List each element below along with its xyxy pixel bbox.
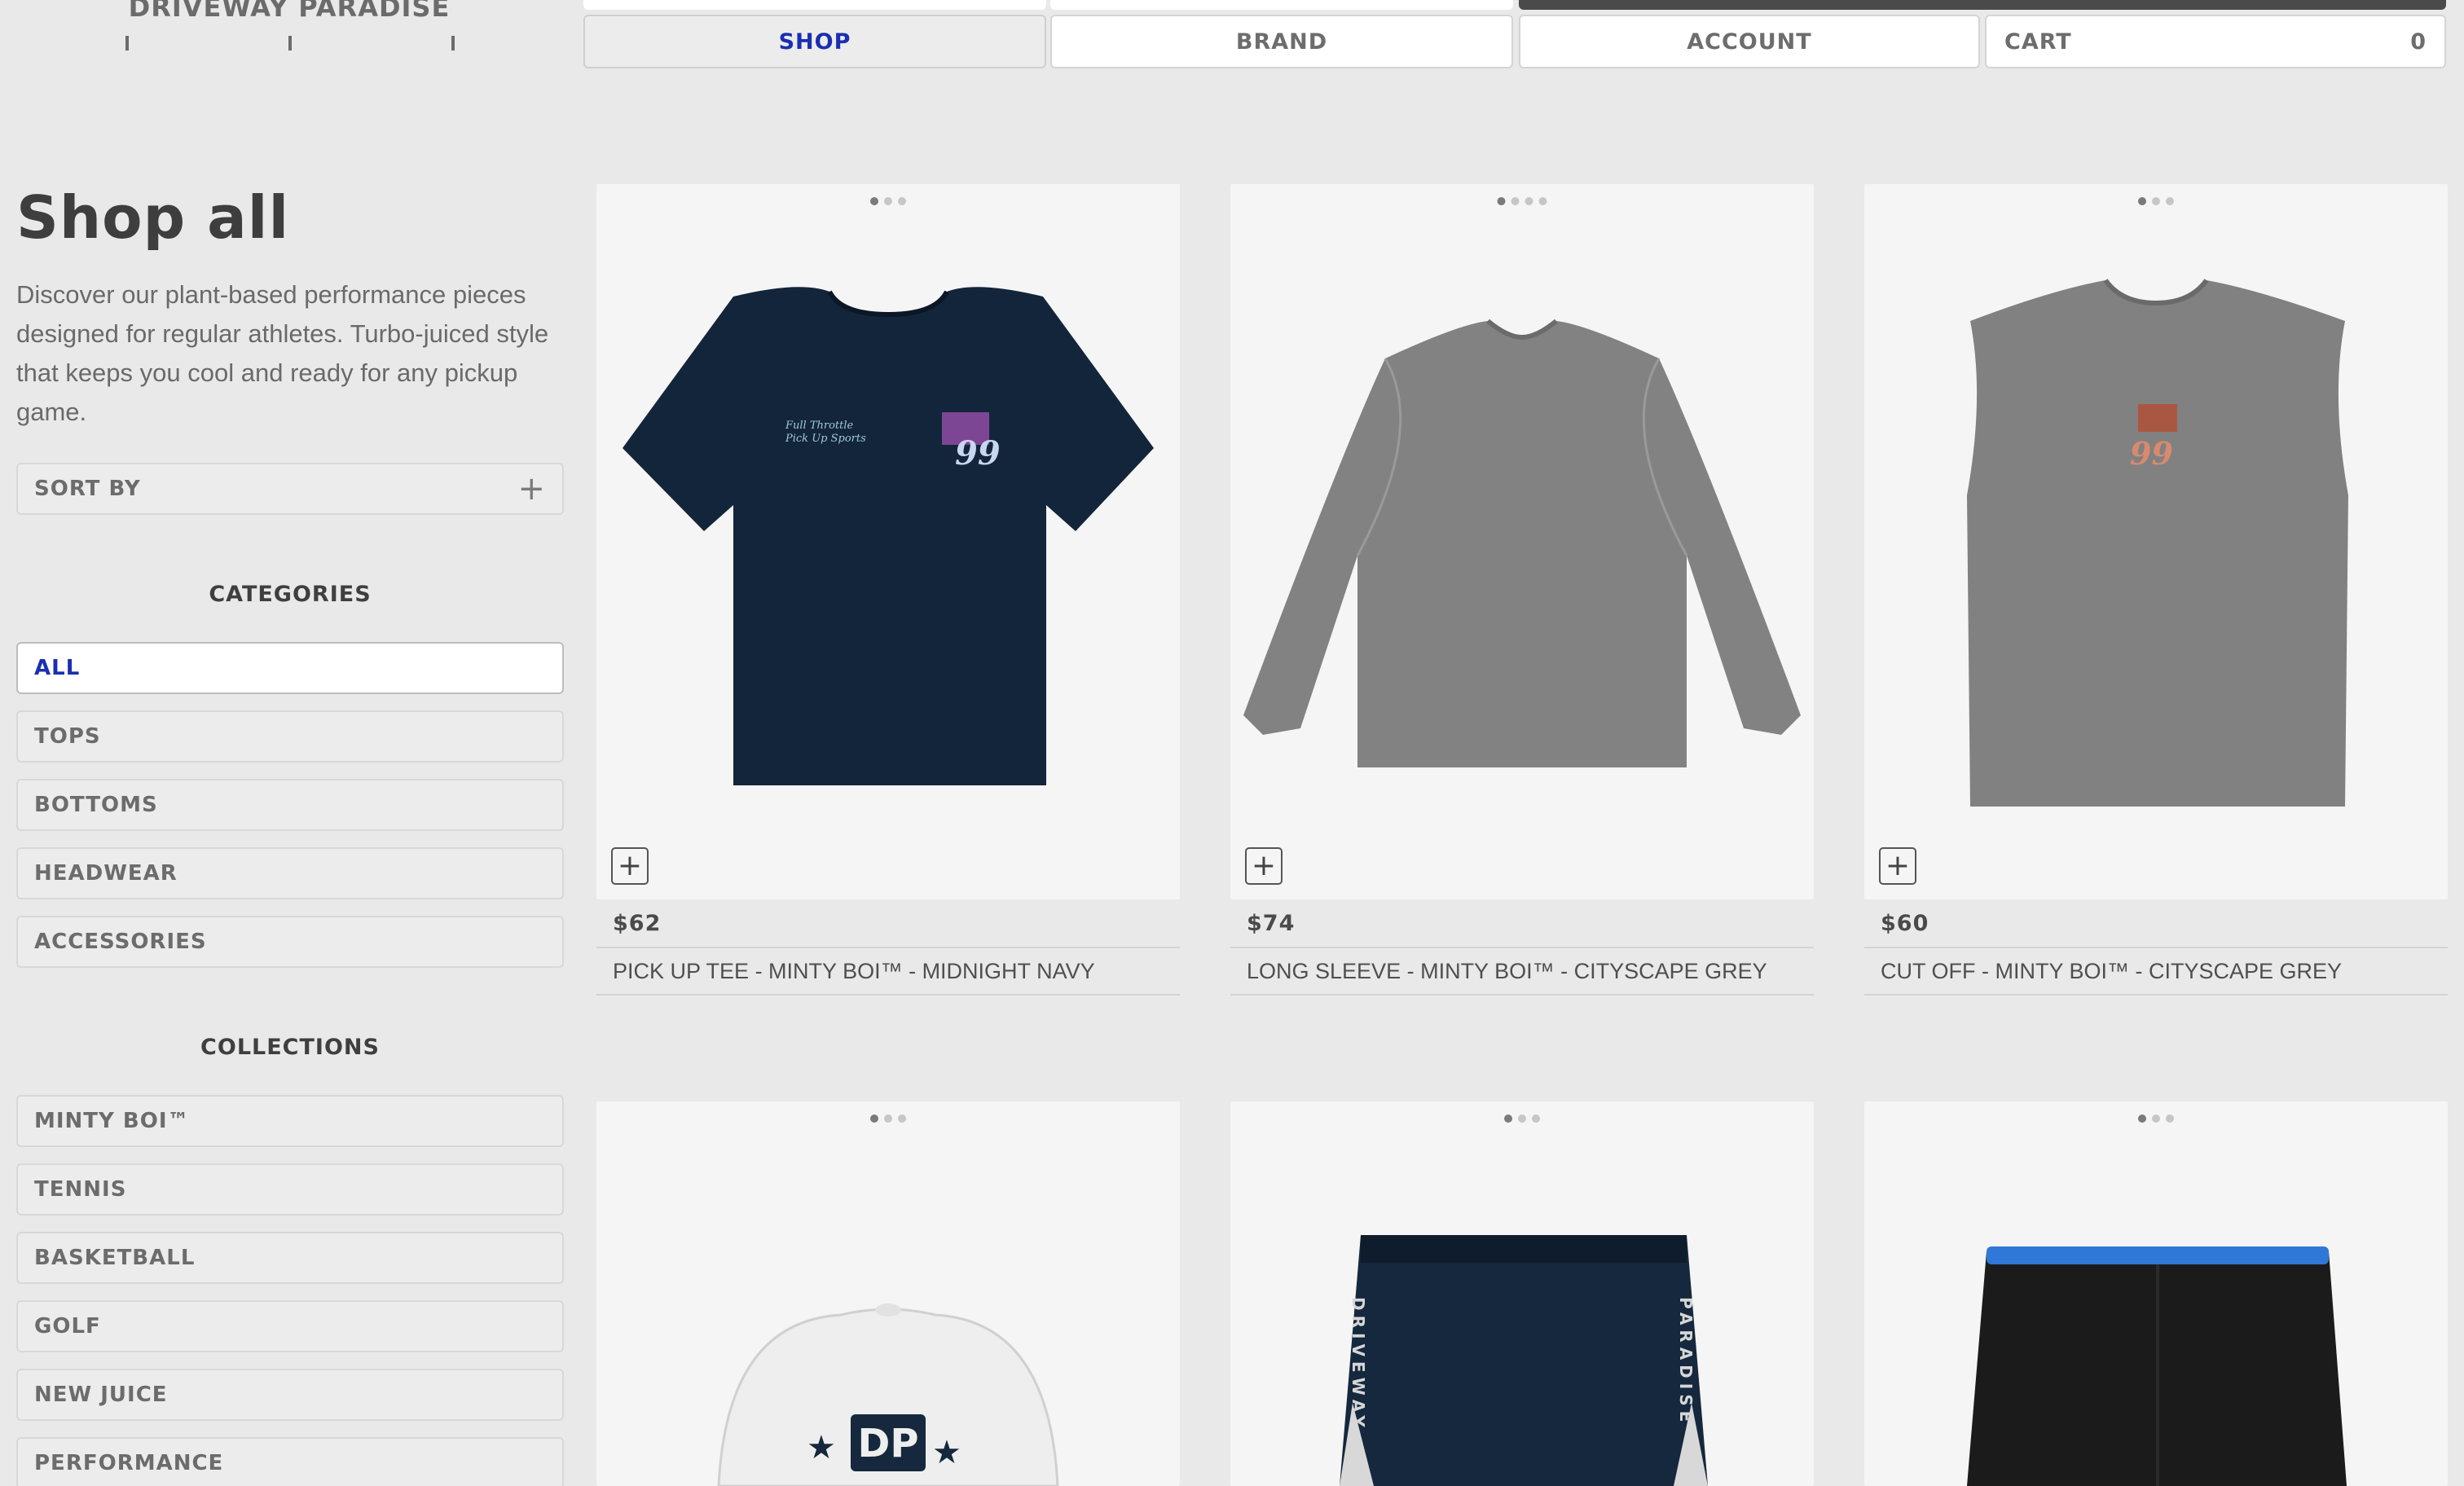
add-to-cart-button[interactable]: + xyxy=(611,847,649,885)
collection-label: BASKETBALL xyxy=(34,1246,196,1270)
add-to-cart-button[interactable]: + xyxy=(1245,847,1283,885)
cut-off-tank-image: 99 xyxy=(1967,279,2348,807)
shorts-side-text-left: DRIVEWAY xyxy=(1349,1297,1368,1432)
collection-label: GOLF xyxy=(34,1314,101,1339)
category-tops[interactable]: TOPS xyxy=(16,710,564,763)
collection-performance[interactable]: PERFORMANCE xyxy=(16,1437,564,1486)
svg-text:★: ★ xyxy=(807,1429,836,1466)
category-all[interactable]: ALL xyxy=(16,642,564,694)
nav-shop-label: SHOP xyxy=(778,29,851,55)
collection-label: PERFORMANCE xyxy=(34,1451,224,1475)
product-price: $74 xyxy=(1230,899,1814,948)
product-price: $60 xyxy=(1864,899,2448,948)
collection-tennis[interactable]: TENNIS xyxy=(16,1163,564,1216)
product-name[interactable]: PICK UP TEE - MINTY BOI™ - MIDNIGHT NAVY xyxy=(596,948,1180,996)
category-bottoms[interactable]: BOTTOMS xyxy=(16,779,564,831)
product-image[interactable]: + xyxy=(1230,184,1814,899)
plus-icon: + xyxy=(1885,849,1911,882)
collection-new-juice[interactable]: NEW JUICE xyxy=(16,1369,564,1421)
category-label: ACCESSORIES xyxy=(34,930,207,954)
nav-account[interactable]: ACCOUNT xyxy=(1519,15,1980,68)
brand-name: DRIVEWAY PARADISE xyxy=(128,0,451,23)
sort-by-dropdown[interactable]: SORT BY + xyxy=(16,463,564,515)
collection-label: NEW JUICE xyxy=(34,1383,168,1407)
brand-tick-mark xyxy=(451,36,455,51)
collection-minty-boi[interactable]: MINTY BOI™ xyxy=(16,1095,564,1147)
collection-golf[interactable]: GOLF xyxy=(16,1300,564,1352)
plus-icon: + xyxy=(617,849,643,882)
collection-basketball[interactable]: BASKETBALL xyxy=(16,1232,564,1284)
top-strip xyxy=(1050,0,1513,10)
collection-label: TENNIS xyxy=(34,1177,127,1202)
product-image[interactable]: 99 + xyxy=(1864,184,2448,899)
svg-text:Pick Up Sports: Pick Up Sports xyxy=(785,433,866,445)
shorts-side-text-right: PARADISE xyxy=(1676,1297,1696,1427)
sort-by-label: SORT BY xyxy=(34,477,141,501)
category-label: HEADWEAR xyxy=(34,861,178,886)
long-sleeve-image xyxy=(1243,319,1801,767)
svg-text:99: 99 xyxy=(2130,435,2173,472)
product-image[interactable]: 99 Full Throttle Pick Up Sports + xyxy=(596,184,1180,899)
shorts-image: DRIVEWAY PARADISE xyxy=(1340,1235,1708,1486)
product-image[interactable] xyxy=(1864,1101,2448,1486)
page-title: Shop all xyxy=(16,183,290,252)
product-image[interactable]: DRIVEWAY PARADISE xyxy=(1230,1101,1814,1486)
cap-image: DP ★ ★ xyxy=(717,1304,1059,1486)
product-card[interactable]: DRIVEWAY PARADISE xyxy=(1230,1101,1814,1486)
black-shorts-image xyxy=(1967,1246,2347,1486)
category-accessories[interactable]: ACCESSORIES xyxy=(16,916,564,968)
nav-cart-label: CART xyxy=(2004,29,2072,55)
plus-icon: + xyxy=(1251,849,1277,882)
product-price: $62 xyxy=(596,899,1180,948)
category-headwear[interactable]: HEADWEAR xyxy=(16,847,564,899)
tshirt-image: 99 Full Throttle Pick Up Sports xyxy=(623,287,1154,785)
nav-brand[interactable]: BRAND xyxy=(1050,15,1513,68)
svg-text:99: 99 xyxy=(955,434,1001,473)
category-label: TOPS xyxy=(34,724,101,749)
product-name[interactable]: LONG SLEEVE - MINTY BOI™ - CITYSCAPE GRE… xyxy=(1230,948,1814,996)
cart-count: 0 xyxy=(2410,29,2427,55)
product-card[interactable]: DP ★ ★ xyxy=(596,1101,1180,1486)
brand-tick-mark xyxy=(125,36,129,51)
add-to-cart-button[interactable]: + xyxy=(1879,847,1916,885)
nav-account-label: ACCOUNT xyxy=(1687,29,1812,55)
svg-text:★: ★ xyxy=(932,1434,961,1471)
product-card[interactable]: 99 + $60 CUT OFF - MINTY BOI™ - CITYSCAP… xyxy=(1864,184,2448,996)
brand-logo[interactable]: DRIVEWAY PARADISE xyxy=(16,0,562,57)
top-strip xyxy=(583,0,1046,10)
collection-label: MINTY BOI™ xyxy=(34,1109,190,1133)
product-image[interactable]: DP ★ ★ xyxy=(596,1101,1180,1486)
nav-shop[interactable]: SHOP xyxy=(583,15,1046,68)
product-card[interactable] xyxy=(1864,1101,2448,1486)
collections-heading: COLLECTIONS xyxy=(200,1035,380,1060)
product-card[interactable]: + $74 LONG SLEEVE - MINTY BOI™ - CITYSCA… xyxy=(1230,184,1814,996)
category-label: BOTTOMS xyxy=(34,793,158,817)
cap-logo-text: DP xyxy=(857,1421,918,1466)
svg-text:Full Throttle: Full Throttle xyxy=(785,420,854,432)
page-description: Discover our plant-based performance pie… xyxy=(16,280,549,426)
product-name[interactable]: CUT OFF - MINTY BOI™ - CITYSCAPE GREY xyxy=(1864,948,2448,996)
category-label: ALL xyxy=(34,656,81,680)
nav-cart[interactable]: CART 0 xyxy=(1985,15,2446,68)
plus-icon: + xyxy=(517,470,546,508)
nav-brand-label: BRAND xyxy=(1235,29,1328,55)
top-strip xyxy=(1519,0,2446,10)
categories-heading: CATEGORIES xyxy=(209,582,372,607)
product-card[interactable]: 99 Full Throttle Pick Up Sports + $62 PI… xyxy=(596,184,1180,996)
brand-tick-mark xyxy=(288,36,292,51)
